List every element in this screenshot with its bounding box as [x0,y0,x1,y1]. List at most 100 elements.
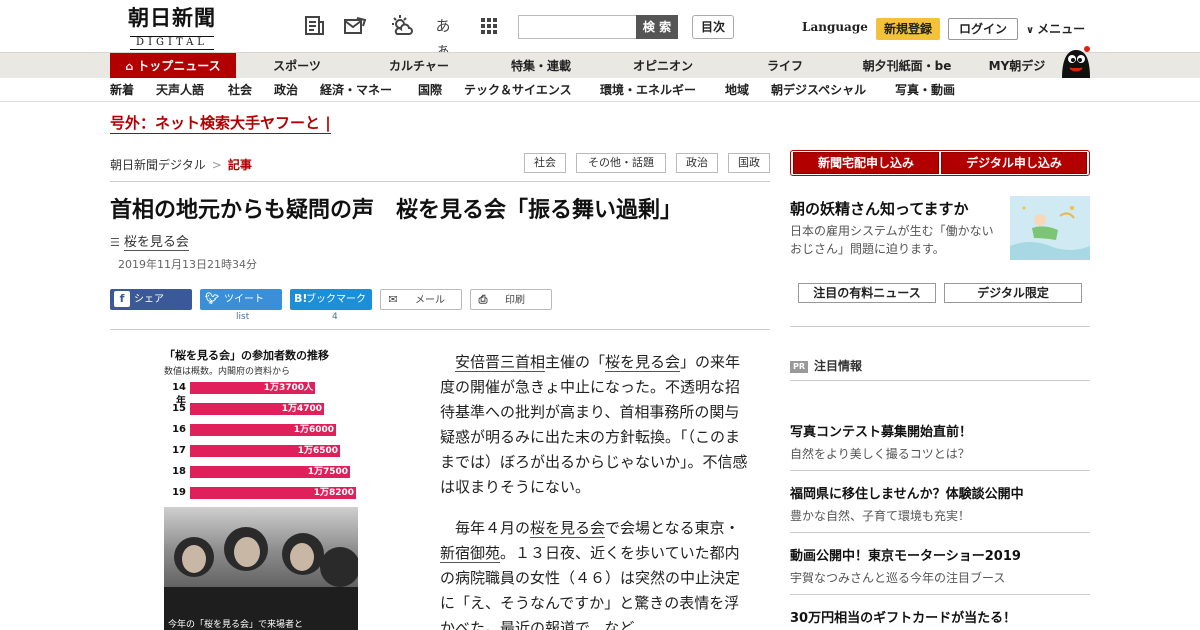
topic-link[interactable]: ☰ 桜を見る会 [110,231,189,251]
infographic-bar: 1万4700 [190,403,324,415]
pr-item-title: 写真コンテスト募集開始直前！ [790,425,973,440]
nav-item-top-news[interactable]: ⌂ トップニュース [110,53,236,79]
infographic-year: 15 [172,403,186,414]
divider [790,326,1090,327]
article-paragraph: 安倍晋三首相主催の「桜を見る会」の来年度の開催が急きょ中止になった。不透明な招待… [440,350,750,500]
subnav-item[interactable]: 新着 [110,78,134,102]
nav-item-my-asadigi[interactable]: MY朝デジ [980,53,1054,79]
pr-item[interactable]: 動画公開中！東京モーターショー2019 宇賀なつみさんと巡る今年の注目ブース [790,545,1090,586]
inline-link[interactable]: 桜を見る会 [605,353,681,372]
weather-icon[interactable] [388,14,414,38]
topic-label: 桜を見る会 [123,235,189,251]
divider [790,532,1090,533]
newspaper-icon[interactable] [302,14,328,38]
share-label: ブックマーク [306,294,366,305]
pr-item-title: 福岡県に移住しませんか？体験談公開中 [790,487,1024,502]
facebook-share-button[interactable]: f シェア [110,289,192,310]
search-button[interactable]: 検 索 [636,15,678,39]
tag-national[interactable]: 国政 [728,153,770,173]
infographic-bar: 1万6500 [190,445,340,457]
pr-item-title: 動画公開中！東京モーターショー2019 [790,549,1021,564]
infographic-bar: 1万8200 [190,487,356,499]
nav-item-culture[interactable]: カルチャー [374,53,464,79]
tag-society[interactable]: 社会 [524,153,566,173]
participants-infographic[interactable]: 「桜を見る会」の参加者数の推移 数値は概数。内閣府の資料から 14年 1万3700… [164,347,358,630]
subscribe-paper-button[interactable]: 新聞宅配申し込み [793,152,939,174]
list-icon: ☰ [110,236,120,249]
breaking-news-link[interactable]: 号外：ネット検索大手ヤフーと | [110,113,331,134]
hatena-bookmark-button[interactable]: B!ブックマーク [290,289,372,310]
mascot-icon[interactable] [1058,44,1092,78]
language-link[interactable]: Language [802,20,868,34]
infographic-row: 19 1万8200 [164,486,358,500]
infographic-year: 16 [172,424,186,435]
article-date: 2019年11月13日21時34分 [118,258,257,271]
pr-item-desc: 自然をより美しく撮るコツとは？ [790,447,970,461]
infographic-title: 「桜を見る会」の参加者数の推移 [164,349,329,362]
infographic-row: 18 1万7500 [164,465,358,479]
twitter-share-button[interactable]: 🐦︎ ツイート [200,289,282,310]
font-size-icon[interactable]: あぁ [430,14,456,59]
subnav-item[interactable]: 政治 [274,78,298,102]
nav-item-opinion[interactable]: オピニオン [618,53,708,79]
pr-heading: PR 注目情報 [790,357,862,374]
twitter-count[interactable]: list [236,312,249,322]
subnav-item[interactable]: 環境・エネルギー [600,78,696,102]
breadcrumb-home[interactable]: 朝日新聞デジタル [110,158,206,172]
primary-nav: ⌂ トップニュース スポーツ カルチャー 特集・連載 オピニオン ライフ 朝夕刊紙… [0,52,1200,79]
subnav-item[interactable]: 朝デジスペシャル [771,78,866,102]
divider [790,470,1090,471]
grid-menu-icon[interactable] [476,14,502,38]
nav-item-life[interactable]: ライフ [746,53,824,79]
share-label: メール [415,295,445,306]
pr-item-desc: 豊かな自然、子育て環境も充実！ [790,509,971,523]
nav-item-paper[interactable]: 朝夕刊紙面・be [852,53,962,79]
infographic-value: 1万6500 [297,446,338,456]
hatena-count[interactable]: 4 [332,312,338,322]
tag-other[interactable]: その他・話題 [576,153,666,173]
promo-title[interactable]: 朝の妖精さん知ってますか [790,198,969,219]
chevron-down-icon: ∨ [1026,25,1035,36]
infographic-value: 1万6000 [293,425,334,435]
tag-politics[interactable]: 政治 [676,153,718,173]
subscribe-digital-button[interactable]: デジタル申し込み [941,152,1087,174]
nav-item-features[interactable]: 特集・連載 [496,53,586,79]
pr-item-title: 30万円相当のギフトカードが当たる！ [790,611,1017,626]
featured-paid-news-button[interactable]: 注目の有料ニュース [798,283,936,303]
twitter-icon: 🐦︎ [205,292,219,305]
subnav-item[interactable]: テック＆サイエンス [464,78,572,102]
divider [110,329,770,330]
pr-item[interactable]: 福岡県に移住しませんか？体験談公開中 豊かな自然、子育て環境も充実！ [790,483,1090,524]
infographic-bar: 1万3700人 [190,382,315,394]
pr-item-desc: 宇賀なつみさんと巡る今年の注目ブース [790,571,1006,585]
divider [790,594,1090,595]
subnav-item[interactable]: 地域 [725,78,749,102]
breadcrumb-current: 記事 [227,158,252,172]
site-header: 朝日新聞 DIGITAL あぁ 検 索 目次 Language 新規登録 ログイ… [0,0,1200,59]
infographic-row: 17 1万6500 [164,444,358,458]
register-button[interactable]: 新規登録 [876,18,940,40]
pr-item[interactable]: 写真コンテスト募集開始直前！ 自然をより美しく撮るコツとは？ [790,421,1090,462]
print-button[interactable]: ⎙ 印刷 [470,289,552,310]
pr-item[interactable]: 30万円相当のギフトカードが当たる！ [790,607,1090,626]
subnav-item[interactable]: 天声人語 [156,78,204,102]
text-span: で会場となる東京・ [605,519,740,537]
index-button[interactable]: 目次 [692,15,734,39]
nav-item-sports[interactable]: スポーツ [256,53,338,79]
promo-illustration[interactable] [1010,196,1090,260]
subnav-item[interactable]: 国際 [418,78,442,102]
asahi-logo[interactable]: 朝日新聞 DIGITAL [116,6,228,50]
subnav-item[interactable]: 社会 [228,78,252,102]
inline-link[interactable]: 安倍晋三首相 [455,353,546,372]
subnav-item[interactable]: 写真・動画 [895,78,955,102]
menu-button[interactable]: ∨ メニュー [1026,20,1085,37]
inline-link[interactable]: 新宿御苑 [440,544,501,563]
login-button[interactable]: ログイン [948,18,1018,40]
mail-news-icon[interactable] [342,14,368,38]
infographic-row: 16 1万6000 [164,423,358,437]
search-input[interactable] [518,15,638,39]
subnav-item[interactable]: 経済・マネー [320,78,392,102]
inline-link[interactable]: 桜を見る会 [530,519,606,538]
mail-button[interactable]: ✉ メール [380,289,462,310]
digital-only-button[interactable]: デジタル限定 [944,283,1082,303]
